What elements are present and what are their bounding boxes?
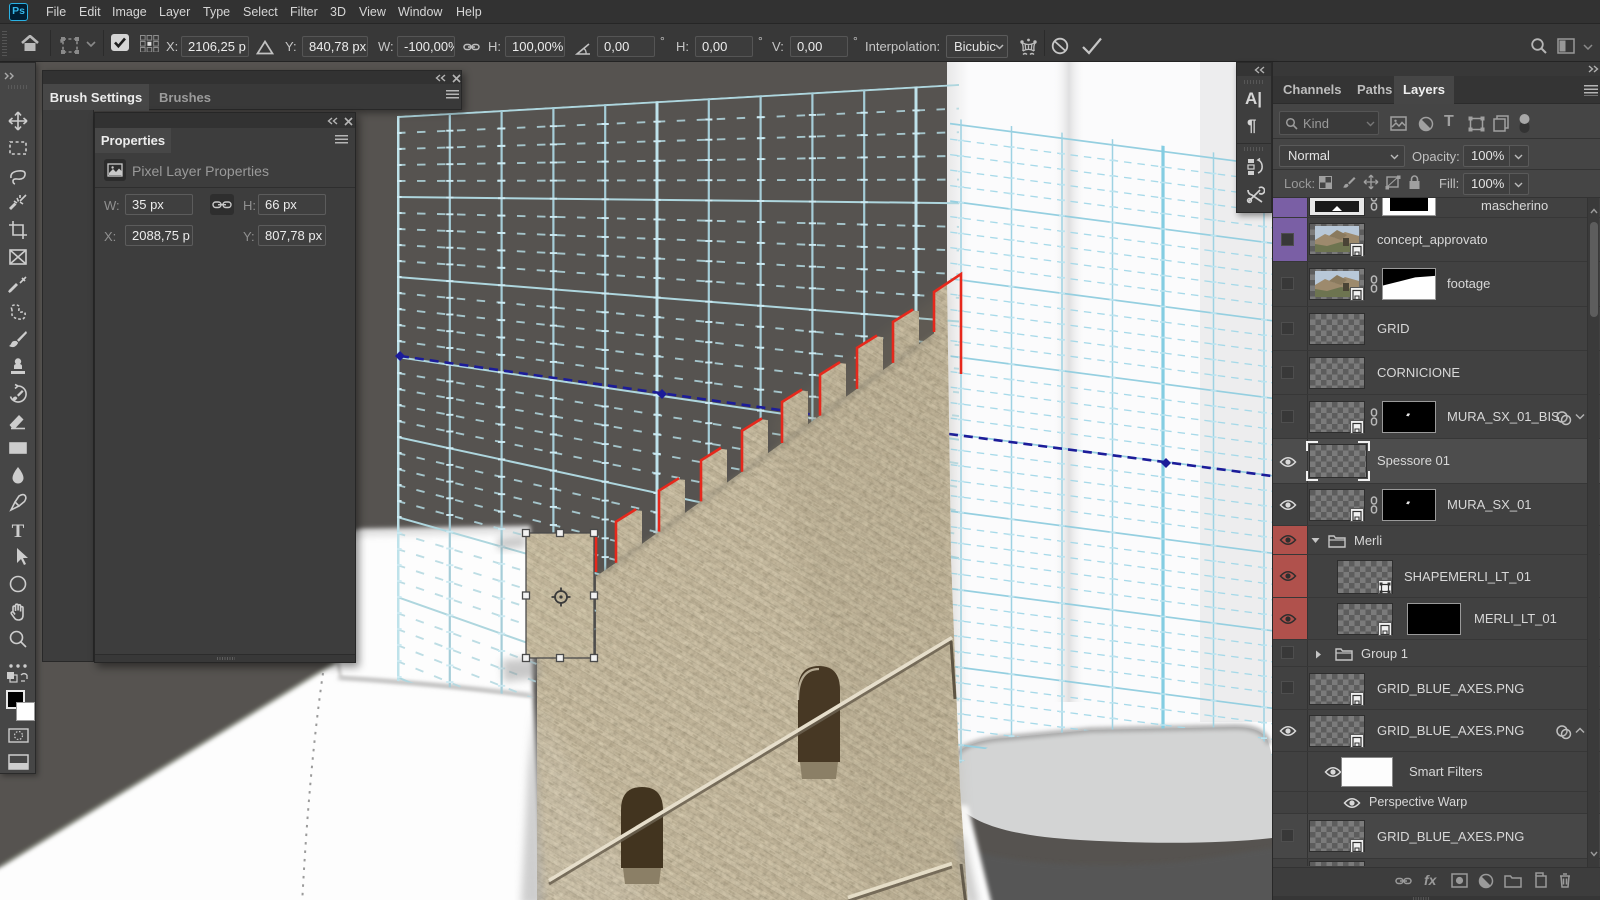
svg-text:T: T xyxy=(12,521,25,541)
